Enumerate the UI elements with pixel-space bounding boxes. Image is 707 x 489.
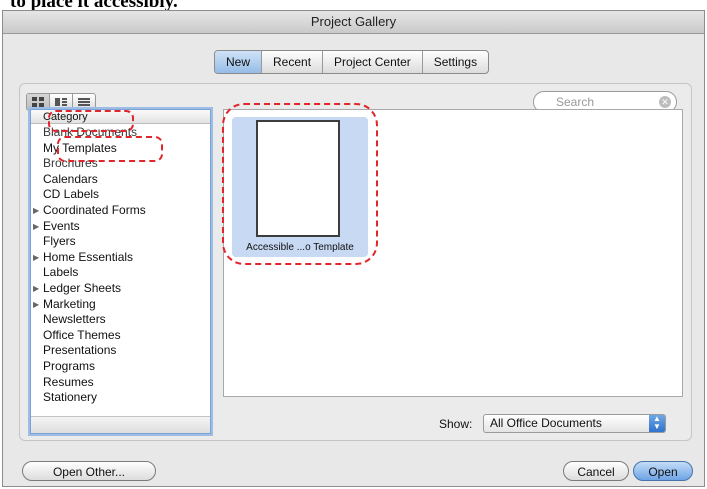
show-label: Show: — [439, 417, 473, 431]
category-header[interactable]: Category — [31, 110, 210, 124]
select-arrows-icon: ▲ ▼ — [649, 415, 665, 432]
category-item-calendars[interactable]: Calendars — [31, 172, 210, 188]
category-item-brochures[interactable]: Brochures — [31, 156, 210, 172]
category-label: CD Labels — [43, 187, 100, 202]
disclosure-triangle-icon[interactable]: ▶ — [33, 250, 39, 266]
tab-settings[interactable]: Settings — [421, 51, 488, 73]
show-filter-select[interactable]: All Office Documents ▲ ▼ — [483, 414, 666, 433]
category-label: Office Themes — [43, 327, 121, 342]
category-label: Stationery — [43, 390, 98, 405]
open-button[interactable]: Open — [633, 461, 693, 481]
disclosure-triangle-icon[interactable]: ▶ — [33, 281, 39, 297]
category-item-presentations[interactable]: Presentations — [31, 343, 210, 359]
category-item-cd-labels[interactable]: CD Labels — [31, 187, 210, 203]
category-label: Presentations — [43, 343, 117, 358]
category-label: Programs — [43, 358, 96, 373]
show-filter-value: All Office Documents — [490, 416, 602, 430]
category-label: Events — [43, 218, 80, 233]
template-thumbnail — [256, 120, 340, 237]
category-item-labels[interactable]: Labels — [31, 265, 210, 281]
category-label: Labels — [43, 265, 79, 280]
category-item-newsletters[interactable]: Newsletters — [31, 312, 210, 328]
list-detail-view-button[interactable] — [49, 94, 72, 110]
category-item-blank-documents[interactable]: Blank Documents — [31, 125, 210, 141]
category-label: My Templates — [43, 140, 117, 155]
category-item-office-themes[interactable]: Office Themes — [31, 328, 210, 344]
category-list-footer — [31, 416, 210, 433]
category-item-stationery[interactable]: Stationery — [31, 390, 210, 406]
disclosure-triangle-icon[interactable]: ▶ — [33, 203, 39, 219]
template-gallery: Accessible ...o Template — [223, 109, 683, 397]
tab-new[interactable]: New — [215, 51, 262, 73]
category-items: Blank Documents My Templates Brochures C… — [31, 125, 210, 406]
category-list[interactable]: Category Blank Documents My Templates Br… — [30, 109, 211, 434]
template-label: Accessible ...o Template — [246, 242, 354, 253]
category-label: Marketing — [43, 296, 96, 311]
category-item-ledger-sheets[interactable]: ▶ Ledger Sheets — [31, 281, 210, 297]
category-label: Home Essentials — [43, 249, 134, 264]
category-label: Blank Documents — [43, 125, 138, 139]
category-label: Coordinated Forms — [43, 202, 146, 217]
disclosure-triangle-icon[interactable]: ▶ — [33, 297, 39, 313]
tab-project-center[interactable]: Project Center — [322, 51, 422, 73]
category-item-flyers[interactable]: Flyers — [31, 234, 210, 250]
list-view-button[interactable] — [72, 94, 95, 110]
category-label: Brochures — [43, 156, 98, 171]
category-item-events[interactable]: ▶ Events — [31, 219, 210, 235]
list-view-icon — [78, 98, 90, 106]
template-item-accessible[interactable]: Accessible ...o Template — [232, 117, 368, 257]
category-label: Flyers — [43, 234, 76, 249]
disclosure-triangle-icon[interactable]: ▶ — [33, 219, 39, 235]
icon-view-button[interactable] — [27, 94, 49, 110]
open-other-button[interactable]: Open Other... — [22, 461, 156, 481]
clear-search-icon[interactable]: ✕ — [659, 96, 671, 108]
tab-recent[interactable]: Recent — [261, 51, 322, 73]
category-item-programs[interactable]: Programs — [31, 359, 210, 375]
list-detail-view-icon — [55, 98, 67, 106]
window-title: Project Gallery — [3, 11, 704, 34]
category-item-my-templates[interactable]: My Templates — [31, 141, 210, 157]
category-item-marketing[interactable]: ▶ Marketing — [31, 297, 210, 313]
tab-bar: New Recent Project Center Settings — [214, 50, 490, 74]
category-label: Ledger Sheets — [43, 280, 122, 295]
icon-view-icon — [32, 97, 44, 107]
category-item-resumes[interactable]: Resumes — [31, 375, 210, 391]
category-label: Newsletters — [43, 312, 106, 327]
category-item-home-essentials[interactable]: ▶ Home Essentials — [31, 250, 210, 266]
cancel-button[interactable]: Cancel — [563, 461, 629, 481]
category-label: Calendars — [43, 171, 98, 186]
project-gallery-window: Project Gallery New Recent Project Cente… — [2, 10, 705, 487]
category-label: Resumes — [43, 374, 94, 389]
search-input[interactable] — [554, 94, 648, 110]
category-item-coordinated-forms[interactable]: ▶ Coordinated Forms — [31, 203, 210, 219]
